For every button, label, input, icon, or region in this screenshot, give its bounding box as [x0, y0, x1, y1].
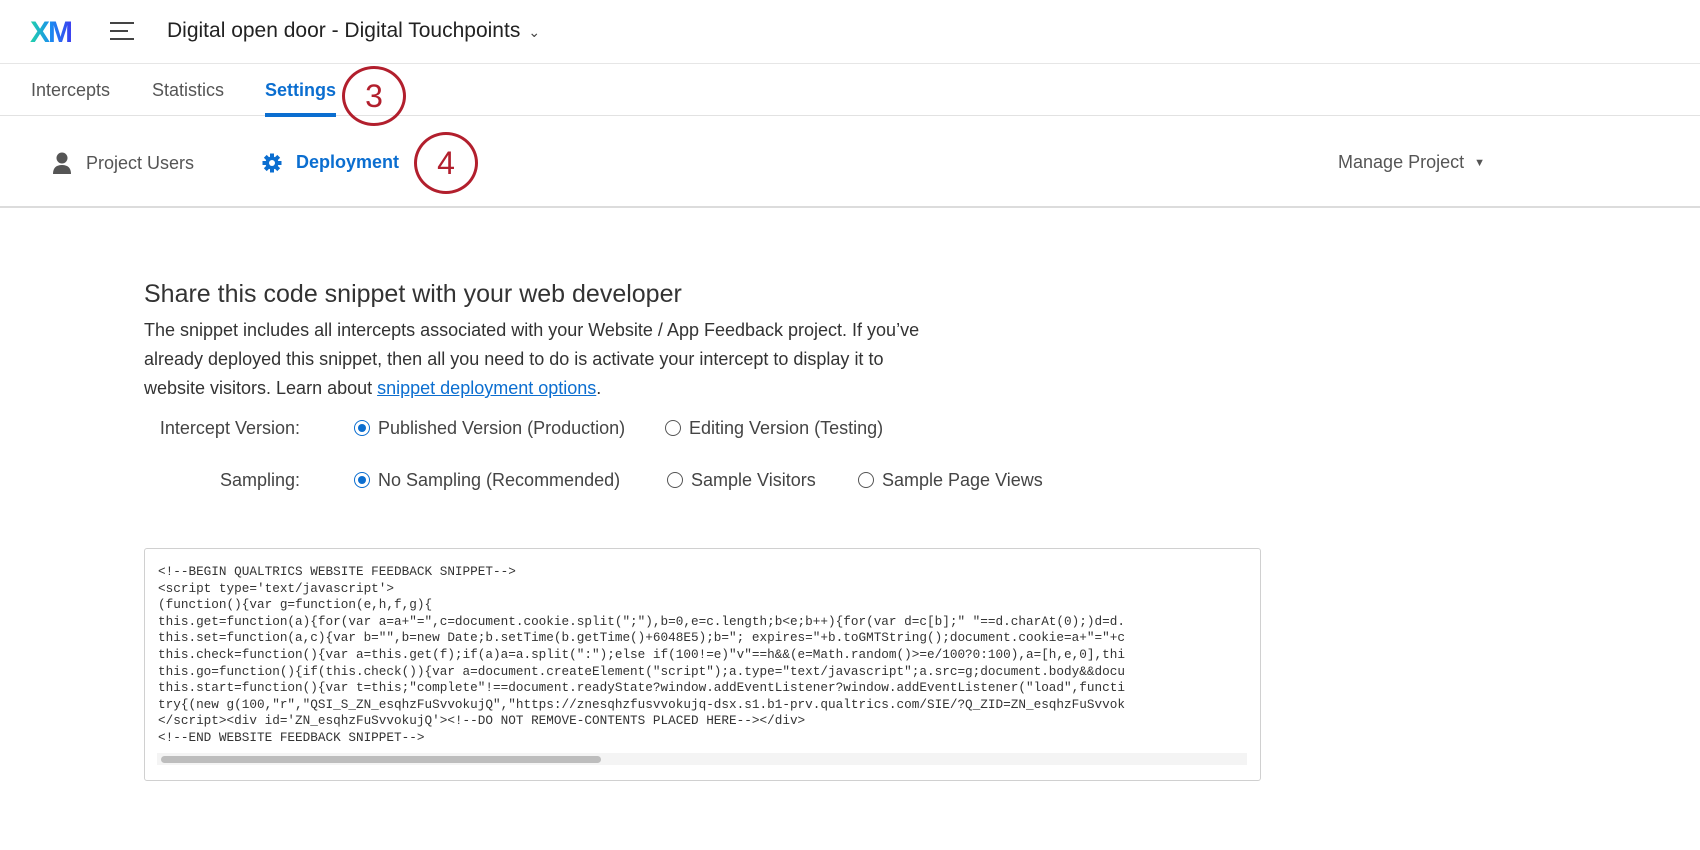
description: The snippet includes all intercepts asso… — [144, 316, 934, 403]
option-label: Sample Visitors — [691, 469, 816, 490]
subnav-project-users[interactable]: Project Users — [52, 152, 194, 174]
gear-icon — [262, 153, 282, 172]
project-users-label: Project Users — [86, 152, 195, 173]
radio-no-sampling[interactable]: No Sampling (Recommended) — [354, 470, 620, 491]
option-label: No Sampling (Recommended) — [378, 469, 621, 490]
xm-logo[interactable]: XM — [30, 16, 73, 50]
section-heading: Share this code snippet with your web de… — [144, 280, 682, 308]
radio-unselected[interactable] — [667, 472, 683, 488]
intercept-version-label: Intercept Version: — [159, 417, 300, 438]
code-snippet-box[interactable]: <!--BEGIN QUALTRICS WEBSITE FEEDBACK SNI… — [144, 548, 1261, 781]
sampling-label: Sampling: — [219, 469, 300, 490]
tab-statistics[interactable]: Statistics — [152, 80, 224, 113]
settings-subnav: Project Users Deployment Manage Project ▼ — [0, 116, 1700, 208]
radio-unselected[interactable] — [665, 420, 681, 436]
radio-published-version[interactable]: Published Version (Production) — [354, 418, 625, 439]
radio-sample-page-views[interactable]: Sample Page Views — [858, 470, 1043, 491]
radio-sample-visitors[interactable]: Sample Visitors — [667, 470, 816, 491]
top-header: XM Digital open door - Digital Touchpoin… — [0, 0, 1700, 64]
annotation-4: 4 — [414, 132, 478, 194]
radio-selected[interactable] — [354, 472, 370, 488]
user-icon — [53, 152, 71, 174]
scrollbar-thumb[interactable] — [161, 756, 601, 763]
tab-settings[interactable]: Settings — [265, 80, 337, 117]
project-title-dropdown[interactable]: Digital open door - Digital Touchpoints ⌄ — [167, 19, 540, 43]
radio-selected[interactable] — [354, 420, 370, 436]
tab-intercepts[interactable]: Intercepts — [31, 80, 110, 113]
manage-project-label: Manage Project — [1338, 152, 1465, 172]
caret-down-icon: ▼ — [1474, 157, 1485, 169]
chevron-down-icon: ⌄ — [528, 24, 541, 40]
project-title: Digital open door - Digital Touchpoints — [167, 19, 521, 42]
description-end: . — [596, 378, 602, 398]
hamburger-menu-icon[interactable] — [110, 22, 134, 40]
deployment-label: Deployment — [296, 152, 400, 172]
radio-unselected[interactable] — [858, 472, 874, 488]
option-label: Sample Page Views — [882, 469, 1043, 490]
manage-project-dropdown[interactable]: Manage Project ▼ — [1338, 152, 1485, 173]
code-snippet[interactable]: <!--BEGIN QUALTRICS WEBSITE FEEDBACK SNI… — [158, 564, 1125, 747]
main-tabs: Intercepts Statistics Settings — [0, 64, 1700, 117]
subnav-deployment[interactable]: Deployment — [262, 152, 399, 173]
snippet-deployment-options-link[interactable]: snippet deployment options — [377, 378, 596, 398]
radio-editing-version[interactable]: Editing Version (Testing) — [665, 418, 883, 439]
horizontal-scrollbar[interactable] — [157, 753, 1247, 765]
option-label: Published Version (Production) — [378, 417, 626, 438]
option-label: Editing Version (Testing) — [689, 417, 884, 438]
